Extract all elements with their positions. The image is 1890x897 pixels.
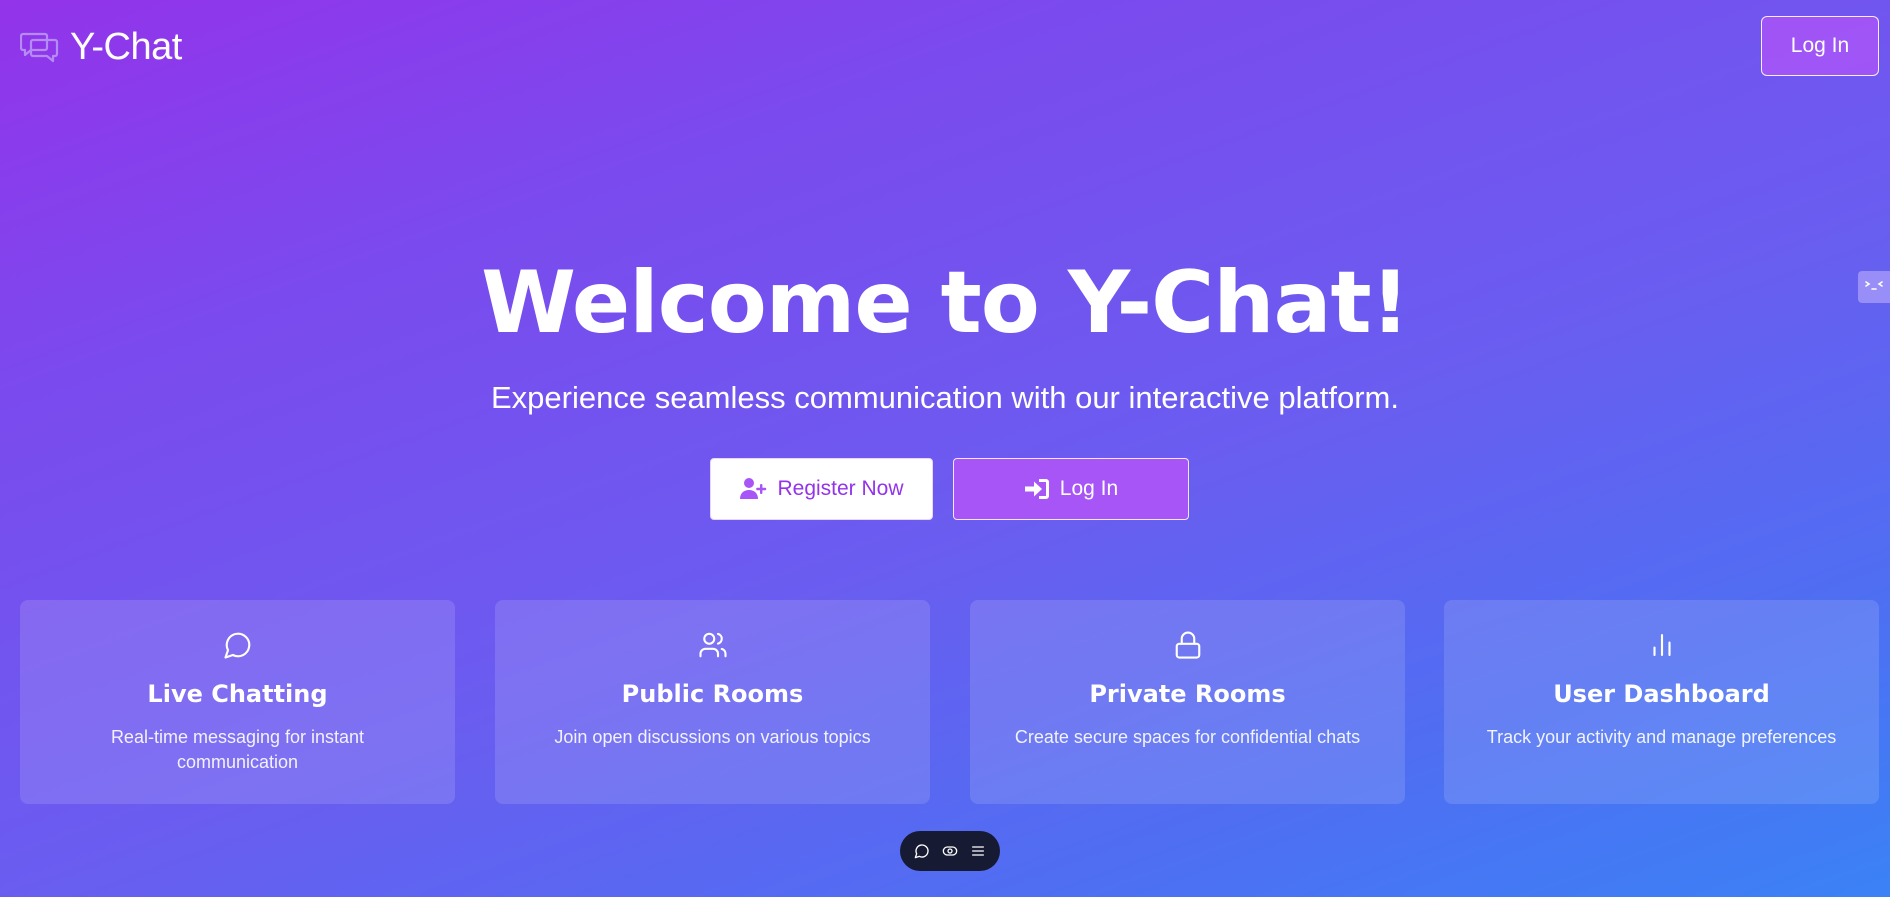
feature-title: Public Rooms [621,680,804,708]
register-now-button[interactable]: Register Now [710,458,933,520]
hero-login-label: Log In [1059,477,1119,500]
brand[interactable]: Y-Chat [20,22,182,72]
chat-bubbles-icon [20,29,60,65]
brand-name: Y-Chat [70,25,182,68]
feature-title: Private Rooms [1089,680,1286,708]
eye-icon[interactable] [942,843,958,859]
message-circle-icon [20,630,455,660]
header-login-button[interactable]: Log In [1761,16,1879,76]
hero-title: Welcome to Y-Chat! [481,253,1410,353]
feature-description: Create secure spaces for confidential ch… [1014,727,1361,747]
feature-card-private-rooms[interactable]: Private Rooms Create secure spaces for c… [970,600,1405,804]
feature-title: Live Chatting [147,680,328,708]
floating-toolbar [900,831,1000,871]
feature-card-live-chatting[interactable]: Live Chatting Real-time messaging for in… [20,600,455,804]
feature-title: User Dashboard [1553,680,1770,708]
users-icon [495,630,930,660]
feature-description: Track your activity and manage preferenc… [1486,727,1837,747]
hero-subtitle: Experience seamless communication with o… [491,380,1399,415]
feature-card-user-dashboard[interactable]: User Dashboard Track your activity and m… [1444,600,1879,804]
chat-icon[interactable] [914,843,930,859]
feature-card-public-rooms[interactable]: Public Rooms Join open discussions on va… [495,600,930,804]
feature-description: Join open discussions on various topics [554,727,871,747]
feature-description: Real-time messaging for instant communic… [110,727,365,772]
bar-chart-icon [1444,630,1879,660]
lock-icon [970,630,1405,660]
register-now-label: Register Now [777,477,904,500]
menu-icon[interactable] [970,843,986,859]
top-navigation: Y-Chat Log In [0,0,1890,95]
sign-in-icon [1024,477,1050,501]
user-plus-icon [739,477,767,501]
hero-login-button[interactable]: Log In [953,458,1189,520]
